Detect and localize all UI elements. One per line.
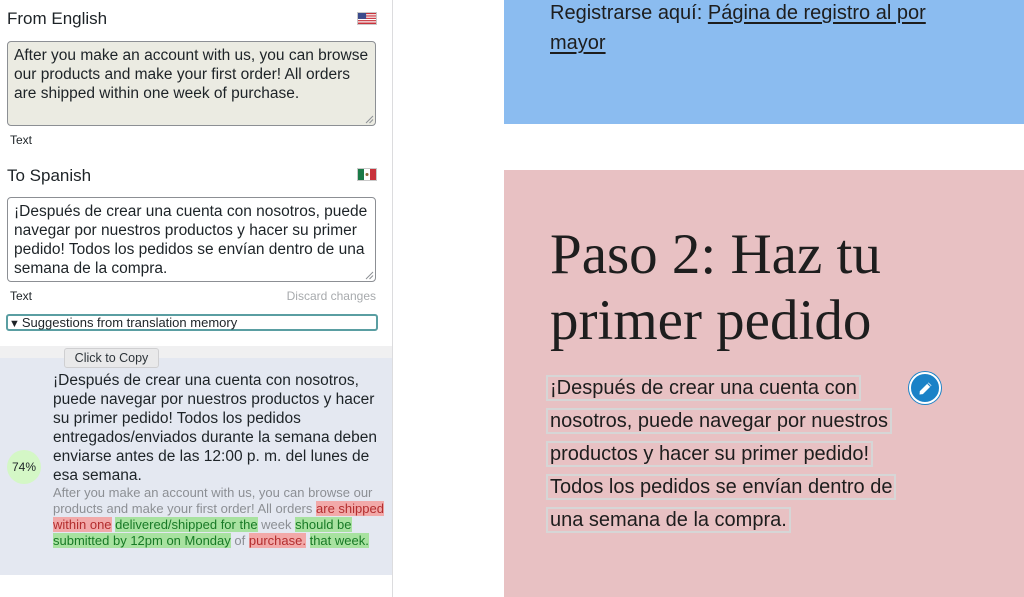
divider (0, 346, 392, 358)
match-score-badge: 74% (7, 450, 41, 484)
diff-equal: week (257, 517, 296, 532)
triangle-down-icon: ▼ (9, 318, 20, 330)
diff-deleted: purchase. (248, 533, 306, 548)
translated-text-highlight: ¡Después de crear una cuenta con nosotro… (546, 375, 897, 533)
translation-memory-label: Suggestions from translation memory (21, 315, 238, 330)
diff-inserted: delivered/shipped for the (115, 517, 258, 532)
copy-tooltip: Click to Copy (64, 348, 159, 368)
edit-translation-button[interactable] (909, 372, 941, 404)
source-text: After you make an account with us, you c… (14, 47, 369, 102)
registration-text: Registrarse aquí: Página de registro al … (550, 0, 930, 58)
step-heading: Paso 2: Haz tu primer pedido (550, 223, 881, 352)
discard-changes-link[interactable]: Discard changes (287, 289, 376, 303)
target-language-title: To Spanish (7, 166, 92, 185)
translation-memory-toggle[interactable]: ▼ Suggestions from translation memory (6, 314, 378, 331)
resize-grip-icon[interactable] (365, 115, 374, 124)
step-paragraph[interactable]: ¡Después de crear una cuenta con nosotro… (546, 372, 906, 537)
diff-inserted: that week. (309, 533, 369, 548)
registration-prefix: Registrarse aquí: (550, 2, 708, 24)
target-text: ¡Después de crear una cuenta con nosotro… (14, 203, 368, 277)
pencil-icon (919, 382, 931, 394)
target-text-field[interactable]: ¡Después de crear una cuenta con nosotro… (7, 197, 376, 282)
source-text-field[interactable]: After you make an account with us, you c… (7, 41, 376, 126)
source-field-label: Text (10, 133, 33, 147)
suggestion-text[interactable]: ¡Después de crear una cuenta con nosotro… (53, 371, 383, 485)
diff-equal: of (230, 533, 249, 548)
source-language-title: From English (7, 9, 108, 28)
resize-grip-icon[interactable] (365, 271, 374, 280)
page-preview: Registrarse aquí: Página de registro al … (393, 0, 1024, 597)
us-flag-icon (357, 12, 377, 25)
target-field-label: Text (10, 289, 33, 303)
mexico-flag-icon (357, 168, 377, 181)
suggestion-diff: After you make an account with us, you c… (53, 485, 385, 549)
translation-panel: From English After you make an account w… (0, 0, 393, 597)
